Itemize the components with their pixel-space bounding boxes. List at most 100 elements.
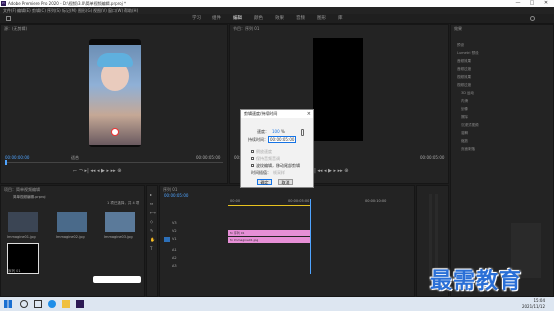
- project-panel: 项目：简单视频编辑 简单视频编辑.prproj 1 项已选择，共 4 项 Imm…: [0, 185, 145, 297]
- home-icon[interactable]: [6, 16, 11, 21]
- source-fit-select[interactable]: 适合: [71, 155, 79, 161]
- menu-sequence[interactable]: 序列(S): [47, 7, 61, 14]
- ripple-edit-label: 波纹编辑，移动尾部剪辑: [256, 163, 300, 168]
- track-label[interactable]: A2: [172, 256, 177, 260]
- maximize-button[interactable]: □: [526, 0, 538, 7]
- system-clock[interactable]: 15:04 2021/11/12: [515, 298, 545, 310]
- reverse-speed-label: 倒放速度: [256, 149, 272, 154]
- effect-item[interactable]: 视频效果: [457, 75, 471, 80]
- effect-item[interactable]: 页面剥落: [461, 147, 475, 152]
- edge-icon[interactable]: [48, 300, 56, 308]
- maintain-pitch-checkbox[interactable]: [251, 157, 254, 160]
- link-chain-icon[interactable]: [301, 129, 304, 136]
- timeline-timecode[interactable]: 00:00:05:00: [164, 193, 188, 198]
- premiere-taskbar-icon[interactable]: [76, 300, 84, 308]
- timeline-clip[interactable]: fx Immagine01.jpg: [228, 237, 310, 243]
- program-monitor-tab[interactable]: 节目：序列 01: [233, 26, 259, 32]
- menu-window[interactable]: 窗口(W): [108, 7, 123, 14]
- ruler-label: 00:00:10:00: [365, 199, 387, 203]
- project-bottom-toolbar[interactable]: [93, 276, 141, 283]
- effect-item[interactable]: 内滑: [461, 99, 468, 104]
- search-icon[interactable]: [530, 16, 535, 21]
- duration-value: 00:00:05:00: [270, 137, 295, 142]
- effect-item[interactable]: 溶解: [461, 131, 468, 136]
- program-timecode-right: 00:00:05:00: [420, 155, 445, 160]
- close-window-button[interactable]: ✕: [540, 0, 552, 7]
- timeline-clip[interactable]: fx 序列 01: [228, 230, 310, 236]
- track-label[interactable]: A1: [172, 248, 177, 252]
- effect-item[interactable]: 擦除: [461, 115, 468, 120]
- project-item-label: Immagine03.jpg: [104, 235, 133, 239]
- ripple-edit-checkbox[interactable]: [251, 164, 254, 167]
- dialog-close-button[interactable]: ×: [307, 110, 311, 118]
- menu-clip[interactable]: 剪辑(C): [32, 7, 46, 14]
- effects-tab[interactable]: 效果: [454, 26, 462, 32]
- minimize-button[interactable]: —: [512, 0, 524, 7]
- ruler-label: 00:00: [230, 199, 241, 203]
- menu-graphics[interactable]: 图形(G): [78, 7, 92, 14]
- file-explorer-icon[interactable]: [62, 300, 70, 308]
- speed-label: 速度：: [257, 129, 269, 134]
- project-thumbnail[interactable]: [8, 212, 38, 232]
- menu-view[interactable]: 视图(V): [93, 7, 107, 14]
- track-label[interactable]: V3: [172, 221, 177, 225]
- effect-item[interactable]: Lumetri 预设: [457, 51, 479, 56]
- premiere-logo-icon: Pr: [1, 1, 6, 6]
- time-interpolation-select[interactable]: 帧采样: [273, 170, 285, 175]
- workspace-color[interactable]: 颜色: [254, 15, 263, 22]
- workspace-learn[interactable]: 学习: [192, 15, 201, 22]
- ok-button[interactable]: 确定: [257, 179, 272, 185]
- project-thumbnail[interactable]: [105, 212, 135, 232]
- menu-edit[interactable]: 编辑(E): [17, 7, 31, 14]
- source-monitor-tab[interactable]: 源：(无剪辑): [4, 26, 27, 32]
- workspace-assembly[interactable]: 组件: [212, 15, 221, 22]
- duration-label: 持续时间：: [248, 137, 268, 142]
- clock-date: 2021/11/12: [521, 304, 545, 309]
- workspace-editing[interactable]: 编辑: [233, 15, 242, 22]
- window-titlebar: Pr Adobe Premiere Pro 2020 - D:\视频\3.0\简…: [0, 0, 554, 7]
- work-area-bar[interactable]: [228, 205, 310, 206]
- effect-item[interactable]: 音频过渡: [457, 67, 471, 72]
- source-scrub-bar[interactable]: [5, 162, 223, 163]
- tools-panel: ▸ ⇔ ⟷ ◇ ✎ ✋ T: [146, 185, 158, 297]
- tool-icons[interactable]: ▸ ⇔ ⟷ ◇ ✎ ✋ T: [150, 190, 156, 253]
- task-view-icon[interactable]: [34, 300, 42, 308]
- effect-item[interactable]: 预设: [457, 43, 464, 48]
- speed-value[interactable]: 100: [272, 129, 280, 134]
- effect-item[interactable]: 划像: [461, 107, 468, 112]
- menu-file[interactable]: 文件(F): [3, 7, 16, 14]
- effect-item[interactable]: 3D 运动: [461, 91, 474, 96]
- source-timecode-left: 00:00:00:00: [5, 155, 30, 160]
- source-video-frame: [89, 39, 141, 147]
- selection-count: 1 项已选择，共 4 项: [107, 201, 140, 205]
- clip-speed-duration-dialog: 剪辑速度/持续时间 × 速度： 100 % 持续时间： 00:00:05:00 …: [240, 109, 314, 188]
- workspace-graphics[interactable]: 图形: [317, 15, 326, 22]
- workspace-audio[interactable]: 音频: [296, 15, 305, 22]
- watermark-text: 最需教育: [430, 269, 523, 294]
- timeline-playhead[interactable]: [310, 199, 311, 274]
- effect-item[interactable]: 缩放: [461, 139, 468, 144]
- menu-help[interactable]: 帮助(H): [124, 7, 138, 14]
- effect-item[interactable]: 音频效果: [457, 59, 471, 64]
- duration-field[interactable]: 00:00:05:00: [268, 136, 296, 143]
- track-label[interactable]: V2: [172, 229, 177, 233]
- effect-item[interactable]: 视频过渡: [457, 83, 471, 88]
- effect-item[interactable]: 沉浸式视频: [461, 123, 479, 128]
- track-label[interactable]: V1: [172, 237, 177, 241]
- source-playhead[interactable]: [5, 160, 7, 165]
- reverse-speed-checkbox[interactable]: [251, 150, 254, 153]
- track-target-v1[interactable]: [164, 237, 170, 242]
- track-label[interactable]: A3: [172, 264, 177, 268]
- taskbar-search-icon[interactable]: [20, 300, 28, 308]
- workspace-effects[interactable]: 效果: [275, 15, 284, 22]
- menu-marker[interactable]: 标记(M): [62, 7, 77, 14]
- project-tab[interactable]: 项目：简单视频编辑: [4, 187, 40, 193]
- project-thumbnail[interactable]: [57, 212, 87, 232]
- windows-start-icon[interactable]: [4, 300, 12, 308]
- timeline-panel: 序列 01 00:00:05:00 00:00 00:00:05:00 00:0…: [159, 185, 415, 297]
- source-transport-controls[interactable]: ⌐ ¬ ▸| ◂◂ ◂ ▶ ▸ ▸▸ ⊕: [73, 168, 121, 174]
- workspace-libraries[interactable]: 库: [338, 15, 343, 22]
- cancel-button[interactable]: 取消: [278, 179, 293, 185]
- windows-taskbar: 15:04 2021/11/12: [0, 297, 554, 311]
- sequence-item-label: 序列 01: [8, 269, 21, 273]
